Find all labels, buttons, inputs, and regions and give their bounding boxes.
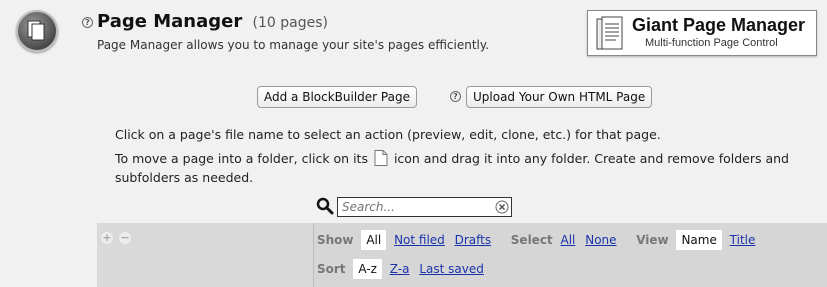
search-icon bbox=[316, 197, 334, 215]
sort-label: Sort bbox=[317, 262, 346, 276]
remove-folder-button[interactable]: − bbox=[119, 232, 131, 244]
page-description: Page Manager allows you to manage your s… bbox=[97, 38, 490, 52]
show-not-filed-link[interactable]: Not filed bbox=[394, 233, 445, 247]
giant-page-manager-logo: Giant Page Manager Multi-function Page C… bbox=[587, 10, 817, 56]
view-title-link[interactable]: Title bbox=[730, 233, 756, 247]
show-all-option[interactable]: All bbox=[361, 230, 387, 250]
document-stack-icon bbox=[596, 16, 623, 50]
view-label: View bbox=[636, 233, 669, 247]
select-all-link[interactable]: All bbox=[561, 233, 576, 247]
title-help-icon[interactable]: ? bbox=[82, 17, 93, 28]
show-label: Show bbox=[317, 233, 354, 247]
page-manager-app-icon bbox=[16, 10, 58, 52]
add-folder-button[interactable]: + bbox=[101, 232, 113, 244]
logo-title: Giant Page Manager bbox=[632, 15, 806, 35]
add-blockbuilder-page-button[interactable]: Add a BlockBuilder Page bbox=[257, 86, 417, 108]
instruction-line-2: To move a page into a folder, click on i… bbox=[115, 150, 789, 166]
instruction-line-2-end: icon and drag it into any folder. Create… bbox=[393, 151, 789, 166]
select-none-link[interactable]: None bbox=[585, 233, 616, 247]
search-input[interactable] bbox=[340, 199, 490, 215]
page-title: Page Manager (10 pages) bbox=[97, 11, 328, 32]
clear-search-icon[interactable] bbox=[495, 200, 509, 214]
page-title-text: Page Manager bbox=[97, 11, 243, 32]
upload-html-page-button[interactable]: Upload Your Own HTML Page bbox=[466, 86, 653, 108]
sort-a-z-option[interactable]: A-z bbox=[353, 259, 382, 279]
select-label: Select bbox=[510, 233, 553, 247]
instruction-line-1: Click on a page's file name to select an… bbox=[115, 127, 661, 142]
upload-help-icon[interactable]: ? bbox=[450, 91, 461, 102]
show-drafts-link[interactable]: Drafts bbox=[455, 233, 492, 247]
search-field[interactable] bbox=[337, 197, 512, 217]
view-name-option[interactable]: Name bbox=[676, 230, 722, 250]
page-count: (10 pages) bbox=[252, 15, 328, 31]
sort-last-saved-link[interactable]: Last saved bbox=[419, 262, 484, 276]
sort-row: Sort A-z Z-a Last saved bbox=[317, 259, 490, 281]
sort-z-a-link[interactable]: Z-a bbox=[390, 262, 410, 276]
logo-subtitle: Multi-function Page Control bbox=[645, 37, 778, 49]
instruction-line-3: subfolders as needed. bbox=[115, 170, 254, 185]
instruction-line-2-start: To move a page into a folder, click on i… bbox=[115, 151, 368, 166]
page-file-icon bbox=[374, 150, 388, 166]
filter-row: Show All Not filed Drafts Select All Non… bbox=[317, 230, 761, 252]
